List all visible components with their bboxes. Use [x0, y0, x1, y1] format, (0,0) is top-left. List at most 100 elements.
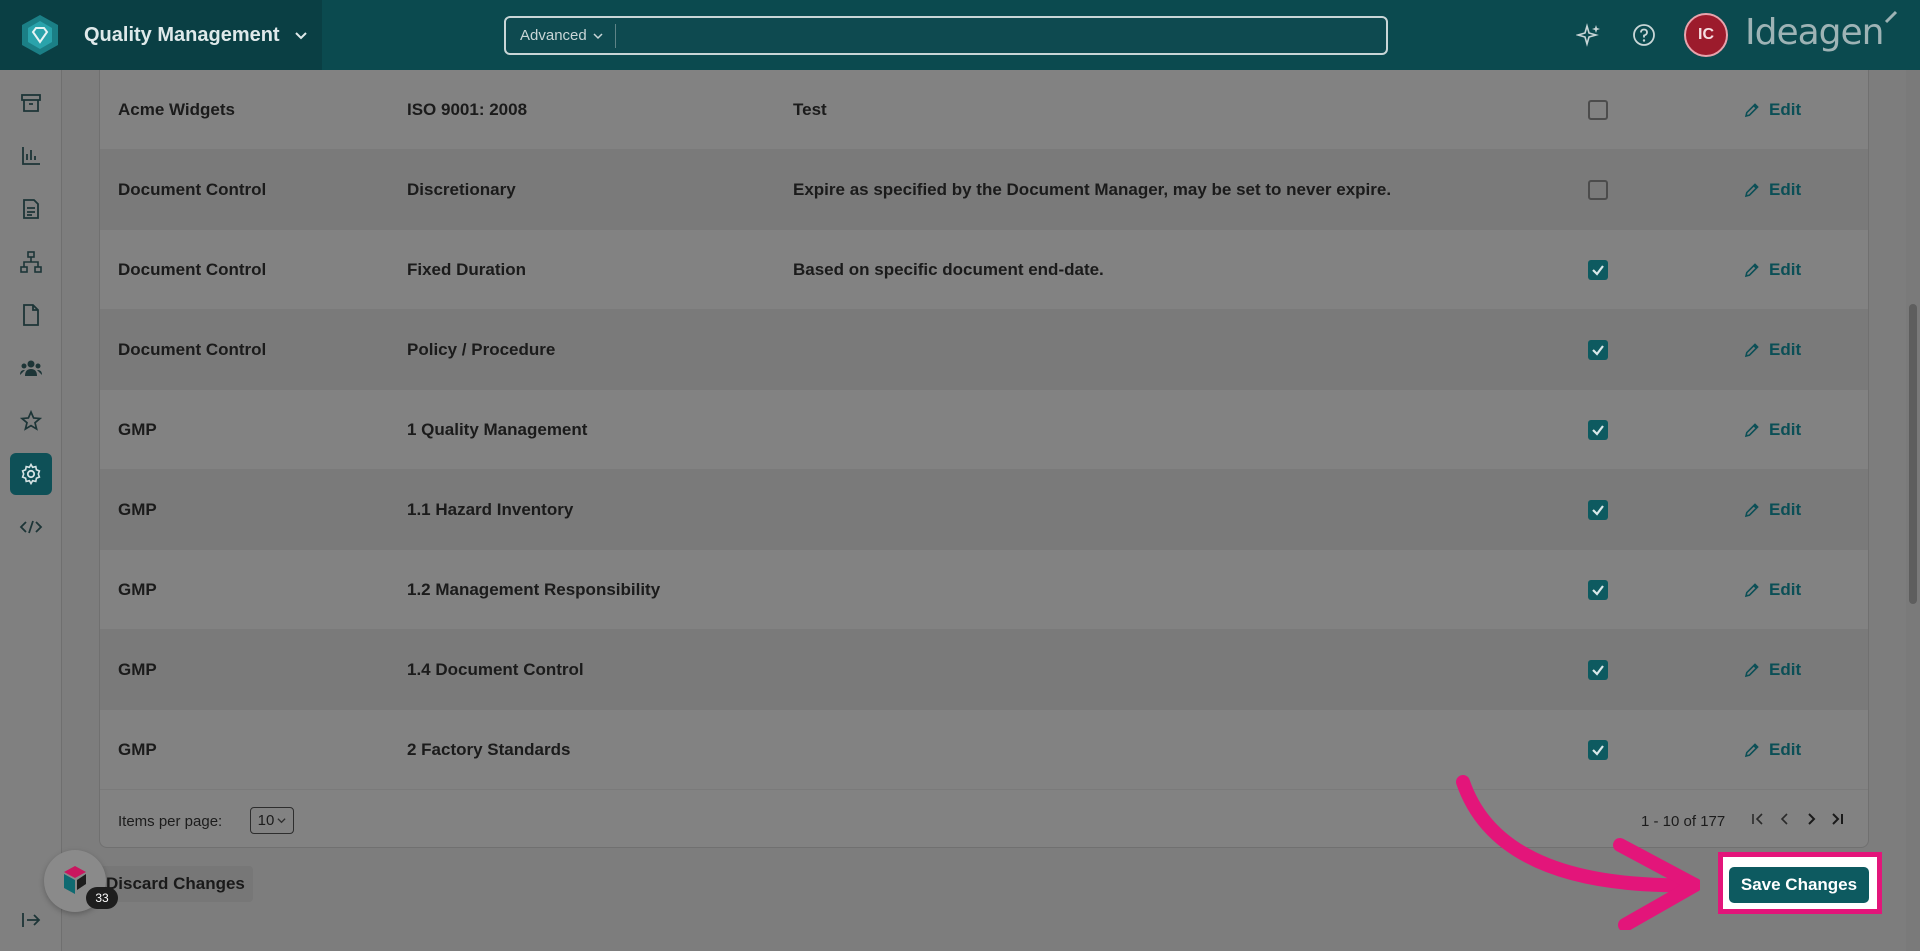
sidebar-item-people[interactable]	[10, 347, 52, 389]
row-checkbox[interactable]	[1588, 579, 1608, 600]
save-changes-button[interactable]: Save Changes	[1729, 867, 1869, 903]
cell-application: Document Control	[118, 179, 267, 199]
sidebar-item-developer[interactable]	[10, 506, 52, 548]
sidebar-item-settings[interactable]	[10, 453, 52, 495]
cell-description: Expire as specified by the Document Mana…	[793, 179, 1392, 199]
cell-name: Fixed Duration	[407, 259, 527, 279]
bar-chart-icon	[22, 147, 40, 165]
row-checkbox[interactable]	[1588, 179, 1608, 200]
row-checkbox[interactable]	[1588, 659, 1608, 680]
search-mode-dropdown[interactable]: Advanced	[520, 27, 603, 44]
cell-application: GMP	[118, 659, 157, 679]
cell-name: 1.4 Document Control	[407, 659, 584, 679]
sidebar-item-archive[interactable]	[10, 82, 52, 124]
edit-button[interactable]: Edit	[1743, 340, 1801, 360]
discard-changes-button[interactable]: Discard Changes	[98, 866, 253, 902]
sidebar-item-reports[interactable]	[10, 135, 52, 177]
checkmark-icon	[1592, 744, 1604, 756]
app-title: Quality Management	[84, 23, 280, 46]
cell-application: GMP	[118, 419, 157, 439]
edit-label: Edit	[1769, 579, 1802, 599]
helper-logo-icon	[64, 866, 86, 894]
items-per-page-select[interactable]: 10	[250, 807, 294, 834]
sidebar-item-hierarchy[interactable]	[10, 241, 52, 283]
cell-name: Policy / Procedure	[407, 339, 556, 359]
edit-button[interactable]: Edit	[1743, 100, 1801, 120]
expand-sidebar-icon[interactable]	[19, 908, 43, 932]
table-row: Acme Widgets ISO 9001: 2008 Test Edit	[100, 70, 1868, 150]
chevron-down-icon	[277, 818, 286, 824]
edit-button[interactable]: Edit	[1743, 660, 1801, 680]
edit-label: Edit	[1769, 739, 1802, 759]
people-icon	[20, 360, 42, 376]
edit-button[interactable]: Edit	[1743, 180, 1801, 200]
help-icon[interactable]	[1631, 22, 1657, 48]
edit-button[interactable]: Edit	[1743, 500, 1801, 520]
sidebar-item-favorites[interactable]	[10, 400, 52, 442]
row-checkbox[interactable]	[1588, 739, 1608, 760]
edit-button[interactable]: Edit	[1743, 260, 1801, 280]
sparkle-icon[interactable]	[1576, 22, 1602, 48]
scrollbar[interactable]	[1906, 70, 1920, 951]
pencil-icon	[1744, 102, 1759, 117]
table-panel: Acme Widgets ISO 9001: 2008 Test Edit Docume…	[99, 70, 1869, 848]
annotation-arrow	[1456, 775, 1700, 930]
table-row: Document Control Policy / Procedure Edit	[100, 310, 1868, 390]
edit-label: Edit	[1769, 339, 1802, 359]
pencil-icon	[1744, 582, 1759, 597]
search-mode-label: Advanced	[520, 27, 587, 44]
table-row: Document Control Fixed Duration Based on s…	[100, 230, 1868, 310]
next-page-icon[interactable]	[1803, 811, 1819, 827]
first-page-icon[interactable]	[1750, 811, 1766, 827]
edit-label: Edit	[1769, 99, 1802, 119]
row-checkbox[interactable]	[1588, 499, 1608, 520]
notification-badge: 33	[86, 887, 118, 909]
row-checkbox[interactable]	[1588, 339, 1608, 360]
edit-label: Edit	[1769, 659, 1802, 679]
last-page-icon[interactable]	[1829, 811, 1845, 827]
edit-label: Edit	[1769, 259, 1802, 279]
search-bar: Advanced	[504, 16, 1388, 55]
edit-button[interactable]: Edit	[1743, 420, 1801, 440]
previous-page-icon[interactable]	[1777, 811, 1793, 827]
gear-icon	[21, 462, 41, 486]
search-input[interactable]	[615, 18, 1386, 53]
edit-button[interactable]: Edit	[1743, 740, 1801, 760]
sidebar-item-files[interactable]	[10, 294, 52, 336]
pencil-icon	[1744, 422, 1759, 437]
sidebar-item-documents[interactable]	[10, 188, 52, 230]
table-row: GMP 1.2 Management Responsibility Edit	[100, 550, 1868, 630]
document-list-icon	[23, 199, 39, 219]
company-logo: Ideagen	[1745, 10, 1897, 53]
edit-label: Edit	[1769, 179, 1802, 199]
edit-button[interactable]: Edit	[1743, 580, 1801, 600]
logo-mark-icon	[1884, 10, 1897, 24]
pencil-icon	[1744, 502, 1759, 517]
table-row: GMP 1.4 Document Control Edit	[100, 630, 1868, 710]
chevron-down-icon	[593, 32, 603, 39]
file-icon	[23, 304, 39, 326]
checkmark-icon	[1592, 584, 1604, 596]
checkmark-icon	[1592, 424, 1604, 436]
cell-application: Document Control	[118, 259, 267, 279]
chevron-down-icon	[294, 32, 307, 40]
checkmark-icon	[1592, 264, 1604, 276]
row-checkbox[interactable]	[1588, 259, 1608, 280]
app-switcher[interactable]: Quality Management	[0, 0, 322, 70]
user-avatar[interactable]: IC	[1684, 13, 1728, 57]
company-logo-text: Ideagen	[1745, 12, 1884, 53]
pencil-icon	[1744, 742, 1759, 757]
cell-application: GMP	[118, 499, 157, 519]
cell-description: Test	[793, 99, 827, 119]
cell-description: Based on specific document end-date.	[793, 259, 1104, 279]
edit-label: Edit	[1769, 419, 1802, 439]
archive-icon	[21, 94, 41, 112]
scrollbar-thumb[interactable]	[1909, 304, 1917, 604]
checkmark-icon	[1592, 664, 1604, 676]
row-checkbox[interactable]	[1588, 99, 1608, 120]
table-row: GMP 1.1 Hazard Inventory Edit	[100, 470, 1868, 550]
pencil-icon	[1744, 662, 1759, 677]
cell-name: 1.2 Management Responsibility	[407, 579, 661, 599]
pencil-icon	[1744, 262, 1759, 277]
row-checkbox[interactable]	[1588, 419, 1608, 440]
